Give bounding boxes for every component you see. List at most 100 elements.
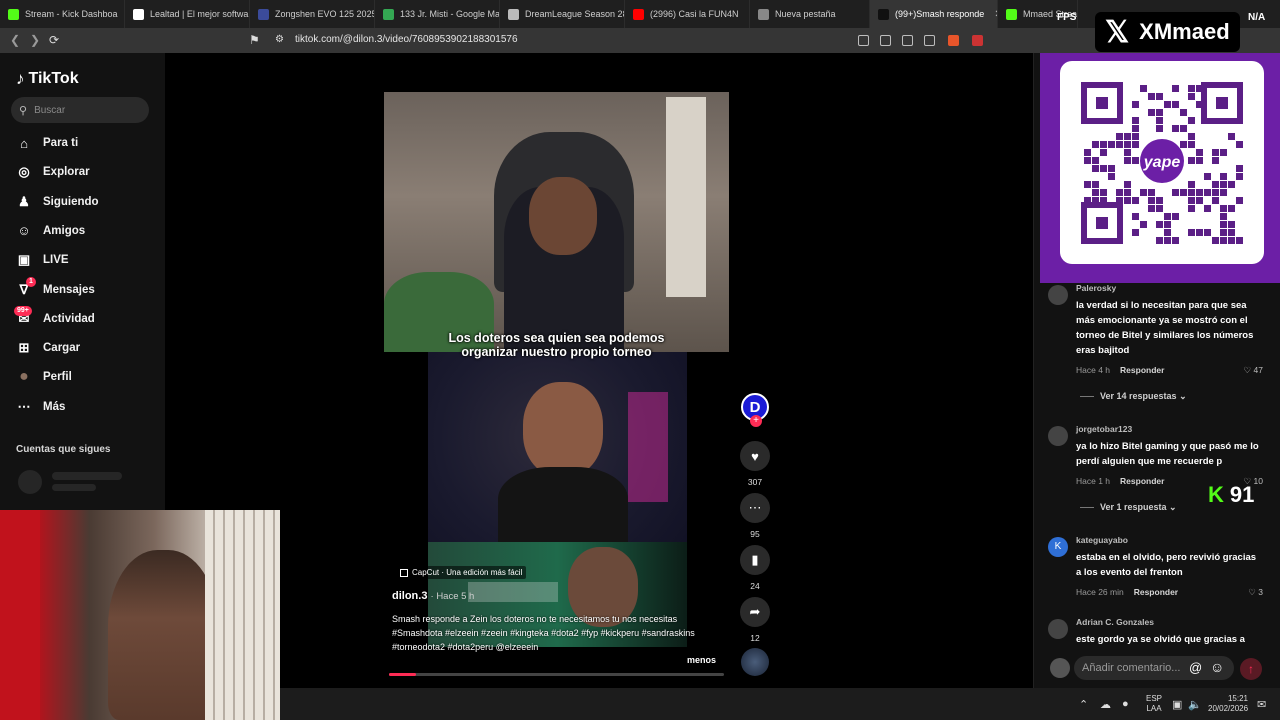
notification-badge: 99+ bbox=[14, 305, 32, 316]
show-less-link[interactable]: menos bbox=[687, 655, 716, 665]
qr-module bbox=[1132, 125, 1139, 132]
tiktok-logo[interactable]: ♪ TikTok bbox=[16, 69, 79, 89]
qr-code-icon: yape bbox=[1081, 82, 1243, 244]
sidebar-item-explorar[interactable]: ◎ Explorar bbox=[16, 164, 89, 180]
translate-icon[interactable] bbox=[880, 35, 891, 46]
comment-avatar[interactable] bbox=[1048, 619, 1068, 639]
language-indicator[interactable]: ESP LAA bbox=[1146, 694, 1162, 714]
back-icon[interactable]: ❮ bbox=[10, 33, 20, 47]
search-input[interactable] bbox=[34, 104, 135, 116]
comment-username[interactable]: jorgetobar123 bbox=[1076, 424, 1132, 434]
video-author[interactable]: dilon.3 · Hace 5 h bbox=[392, 590, 474, 602]
brave-shield-icon[interactable] bbox=[948, 35, 959, 46]
browser-tab[interactable]: (2996) Casi la FUN4N bbox=[625, 0, 750, 28]
comment-like-button[interactable]: ♡ 3 bbox=[1248, 587, 1263, 598]
view-replies-button[interactable]: Ver 1 respuesta ⌄ bbox=[1080, 502, 1177, 513]
like-action[interactable]: ♥ 307 bbox=[740, 441, 770, 487]
sidebar-item-actividad[interactable]: ✉ 99+ Actividad bbox=[14, 305, 95, 327]
sidebar-item-para-ti[interactable]: ⌂ Para ti bbox=[16, 135, 78, 151]
qr-module bbox=[1156, 125, 1163, 132]
sidebar-item-perfil[interactable]: ● Perfil bbox=[16, 368, 72, 385]
sidebar-item-más[interactable]: ⋯ Más bbox=[16, 399, 66, 415]
sidebar-item-mensajes[interactable]: ∇ 1 Mensajes bbox=[16, 276, 95, 298]
sidebar-item-live[interactable]: ▣ LIVE bbox=[16, 252, 69, 268]
search-box[interactable]: ⚲ bbox=[11, 97, 149, 123]
forward-icon[interactable]: ❯ bbox=[30, 33, 40, 47]
browser-tab[interactable]: Lealtad | El mejor software bbox=[125, 0, 250, 28]
comment-avatar[interactable]: K bbox=[1048, 537, 1068, 557]
share-icon[interactable] bbox=[924, 35, 935, 46]
tray-chevron-icon[interactable]: ⌃ bbox=[1079, 698, 1088, 711]
send-comment-icon[interactable]: ↑ bbox=[1240, 658, 1262, 680]
comment-input[interactable] bbox=[1082, 662, 1192, 674]
activity-icon: ✉ 99+ bbox=[14, 305, 32, 327]
share-action[interactable]: ➦ 12 bbox=[740, 597, 770, 643]
mention-icon[interactable]: @ bbox=[1189, 660, 1202, 675]
cloud-icon[interactable]: ☁ bbox=[1100, 698, 1111, 711]
video-middle-panel[interactable] bbox=[428, 352, 687, 542]
browser-tab[interactable]: Zongshen EVO 125 2025 | bbox=[250, 0, 375, 28]
qr-module bbox=[1196, 101, 1203, 108]
qr-module bbox=[1084, 157, 1091, 164]
share-arrow-icon[interactable]: ➦ bbox=[740, 597, 770, 627]
volume-icon[interactable]: 🔈 bbox=[1188, 698, 1202, 711]
sidebar-item-amigos[interactable]: ☺ Amigos bbox=[16, 223, 85, 239]
reply-button[interactable]: Responder bbox=[1134, 587, 1178, 597]
follow-plus-icon[interactable]: + bbox=[750, 415, 762, 427]
save-action[interactable]: ▮ 24 bbox=[740, 545, 770, 591]
bookmark-icon[interactable]: ▮ bbox=[740, 545, 770, 575]
sidebar-item-cargar[interactable]: ⊞ Cargar bbox=[16, 340, 81, 356]
qr-module bbox=[1100, 197, 1107, 204]
tab-label: Nueva pestaña bbox=[775, 9, 836, 19]
qr-module bbox=[1212, 237, 1219, 244]
bookmark-icon[interactable]: ⚑ bbox=[249, 33, 260, 47]
view-replies-button[interactable]: Ver 14 respuestas ⌄ bbox=[1080, 391, 1187, 402]
video-top-panel[interactable] bbox=[384, 92, 729, 352]
qr-module bbox=[1172, 125, 1179, 132]
comment-avatar[interactable] bbox=[1048, 285, 1068, 305]
browser-tab[interactable]: Stream - Kick Dashboa bbox=[0, 0, 125, 28]
url-bar[interactable]: tiktok.com/@dilon.3/video/76089539021883… bbox=[295, 34, 518, 45]
emoji-icon[interactable]: ☺ bbox=[1210, 659, 1224, 675]
divider bbox=[1080, 396, 1094, 398]
comment-text: ya lo hizo Bitel gaming y que pasó me lo… bbox=[1076, 441, 1259, 467]
network-icon[interactable]: ▣ bbox=[1172, 698, 1182, 711]
tab-label: Lealtad | El mejor software bbox=[150, 9, 250, 19]
mic-icon[interactable]: ● bbox=[1122, 698, 1129, 710]
tiktok-note-icon: ♪ bbox=[16, 69, 25, 88]
clock[interactable]: 15:21 20/02/2026 bbox=[1208, 694, 1248, 714]
comment-icon[interactable]: ⋯ bbox=[740, 493, 770, 523]
sidebar-item-siguiendo[interactable]: ♟ Siguiendo bbox=[16, 194, 98, 210]
tiktok-sidebar: ♪ TikTok ⚲ ⌂ Para ti ◎ Explorar ♟ Siguiendo ☺ A… bbox=[0, 53, 165, 513]
comment-action[interactable]: ⋯ 95 bbox=[740, 493, 770, 539]
browser-tab[interactable]: DreamLeague Season 28: bbox=[500, 0, 625, 28]
heart-icon[interactable]: ♥ bbox=[740, 441, 770, 471]
qr-module bbox=[1204, 173, 1211, 180]
chevron-down-icon: ⌄ bbox=[1166, 502, 1177, 512]
music-disc[interactable] bbox=[741, 648, 769, 676]
browser-tab[interactable]: Nueva pestaña bbox=[750, 0, 870, 28]
qr-module bbox=[1188, 133, 1195, 140]
qr-module bbox=[1100, 141, 1107, 148]
qr-module bbox=[1148, 93, 1155, 100]
comment-username[interactable]: Palerosky bbox=[1076, 283, 1116, 293]
kick-viewer-count: K 91 bbox=[1208, 482, 1255, 507]
reload-icon[interactable]: ⟳ bbox=[49, 33, 59, 47]
capcut-tag[interactable]: CapCut · Una edición más fácil bbox=[396, 566, 527, 579]
comment-username[interactable]: Adrian C. Gonzales bbox=[1076, 617, 1154, 627]
compass-icon: ◎ bbox=[18, 164, 30, 180]
site-info-icon[interactable]: ⚙ bbox=[275, 34, 284, 45]
comment-like-button[interactable]: ♡ 47 bbox=[1244, 365, 1263, 376]
reply-button[interactable]: Responder bbox=[1120, 476, 1164, 486]
notification-icon[interactable]: ✉ bbox=[1257, 698, 1266, 711]
reader-icon[interactable] bbox=[858, 35, 869, 46]
browser-tab[interactable]: 133 Jr. Misti - Google Map bbox=[375, 0, 500, 28]
reply-button[interactable]: Responder bbox=[1120, 365, 1164, 375]
browser-tab[interactable]: (99+)Smash responde✕ bbox=[870, 0, 998, 28]
cast-icon[interactable] bbox=[902, 35, 913, 46]
video-progress-bar[interactable] bbox=[389, 673, 724, 676]
qr-module bbox=[1172, 85, 1179, 92]
comment-username[interactable]: kateguayabo bbox=[1076, 535, 1128, 545]
rewards-icon[interactable] bbox=[972, 35, 983, 46]
comment-avatar[interactable] bbox=[1048, 426, 1068, 446]
